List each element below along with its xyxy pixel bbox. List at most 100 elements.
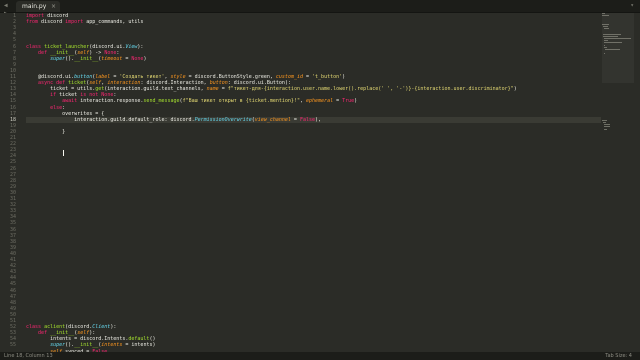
minimap-line [602, 15, 610, 17]
code-line[interactable]: class ticket_launcher(discord.ui.View): [26, 44, 143, 50]
minimap-line [603, 40, 608, 42]
code-token: from [26, 19, 39, 26]
tab-size-indicator[interactable]: Tab Size: 4 [605, 352, 632, 360]
tab-bar: ◀ ▶ main.py × ▾ [0, 0, 640, 17]
line-number: 39 [9, 244, 16, 251]
code-token: __init__ [74, 342, 99, 349]
code-line[interactable]: import discord [26, 13, 68, 19]
code-token: View [125, 43, 138, 50]
code-token: Client [92, 324, 111, 331]
code-token: label [95, 74, 111, 80]
line-number: 3 [12, 25, 16, 32]
code-token: None [104, 49, 117, 56]
code-token: ticket_launcher [44, 43, 90, 50]
code-editor[interactable]: import discord from discord import app_co… [26, 13, 601, 352]
minimap-line [603, 126, 610, 128]
line-number: 24 [9, 153, 16, 160]
code-line[interactable]: interaction.guild.default_role: discord.… [26, 116, 601, 123]
code-token: is not [80, 92, 99, 99]
line-number: 10 [9, 67, 16, 74]
minimap-line [602, 120, 608, 122]
code-token: class [26, 324, 42, 331]
code-token: f"Ваш тикет открыт в {ticket.mention}!" [182, 98, 300, 105]
code-line[interactable]: super().__init__(timeout = None) [26, 56, 146, 62]
code-token: def [38, 49, 48, 56]
line-number: 1 [12, 13, 16, 19]
code-token: aclient [44, 324, 66, 331]
line-number: 19 [9, 122, 16, 129]
cursor-position: Line 18, Column 13 [4, 353, 53, 359]
line-number: 27 [9, 171, 16, 178]
code-token: PermissionOverwrite [194, 116, 252, 123]
tab-scroll-arrows-icon[interactable]: ◀ ▶ [4, 2, 12, 17]
tab-menu-icon[interactable]: ▾ [630, 2, 634, 10]
line-number: 43 [9, 269, 16, 276]
code-token: ephemeral [306, 98, 334, 105]
code-token: custom_id [275, 74, 303, 80]
line-number: 47 [9, 293, 16, 300]
code-token: False [299, 116, 316, 123]
line-number: 53 [9, 330, 16, 337]
line-number: 17 [9, 110, 16, 117]
code-line[interactable]: class aclient(discord.Client): [26, 324, 116, 330]
minimap-line [602, 13, 605, 14]
code-line[interactable]: await interaction.response.send_message(… [26, 98, 357, 104]
code-token: default [128, 336, 150, 343]
code-token: get [95, 86, 105, 93]
code-line[interactable] [26, 123, 74, 129]
code-token: def [38, 330, 48, 337]
code-token: 't_button' [312, 74, 343, 80]
code-line[interactable]: async def ticket(self, interaction: disc… [26, 80, 291, 86]
text-cursor [63, 150, 64, 156]
line-number: 51 [9, 318, 16, 324]
line-number: 8 [12, 55, 16, 62]
code-token: button [209, 80, 228, 87]
code-token: f"тикет-для-{interaction.user.name.lower… [227, 86, 514, 93]
line-number: 41 [9, 257, 16, 263]
line-number: 6 [12, 43, 16, 50]
code-token: ticket [68, 80, 87, 87]
tab-main-py[interactable]: main.py × [16, 1, 60, 12]
line-number: 23 [9, 147, 16, 154]
code-line[interactable]: def __init__(self) -> None: [26, 50, 119, 56]
line-number: 54 [9, 336, 16, 343]
minimap-line [602, 34, 622, 35]
tab-label: main.py [22, 3, 47, 10]
minimap-line [602, 122, 607, 124]
code-token: button [74, 74, 93, 80]
line-number: 36 [9, 226, 16, 233]
line-number: 29 [9, 183, 16, 190]
code-token: super [50, 342, 66, 349]
line-number: 38 [9, 238, 16, 245]
code-token: __init__ [50, 330, 75, 337]
line-number: 49 [9, 305, 16, 312]
code-token: 'Создать тикет' [119, 74, 165, 80]
code-token: name [206, 86, 219, 93]
line-number: 55 [9, 342, 16, 349]
code-line[interactable]: from discord import app_commands, utils [26, 19, 143, 25]
code-token: import [26, 13, 45, 19]
line-number: 35 [9, 220, 16, 227]
line-number: 30 [9, 189, 16, 196]
code-line[interactable]: if ticket is not None: [26, 92, 116, 98]
code-token: self [77, 330, 90, 337]
line-number: 12 [9, 80, 16, 87]
line-number: 28 [9, 177, 16, 184]
code-line[interactable]: def __init__(self): [26, 330, 95, 336]
line-number: 20 [9, 128, 16, 135]
line-number: 11 [9, 74, 16, 80]
code-line[interactable]: @discord.ui.button(label = 'Создать тике… [26, 74, 345, 80]
code-line[interactable]: } [26, 129, 65, 135]
minimap[interactable] [602, 13, 634, 133]
close-tab-icon[interactable]: × [51, 1, 56, 12]
code-line[interactable]: else: [26, 105, 65, 111]
code-token: await [62, 98, 78, 105]
minimap-line [603, 38, 632, 40]
code-line[interactable]: ticket = utils.get(interaction.guild.tex… [26, 86, 517, 92]
code-line[interactable]: overwrites = { [26, 111, 104, 117]
code-token: __init__ [74, 55, 99, 62]
code-line[interactable]: intents = discord.Intents.default() [26, 336, 155, 342]
line-number: 26 [9, 165, 16, 172]
code-line[interactable]: super().__init__(intents = intents) [26, 342, 155, 349]
line-number: 15 [9, 98, 16, 105]
